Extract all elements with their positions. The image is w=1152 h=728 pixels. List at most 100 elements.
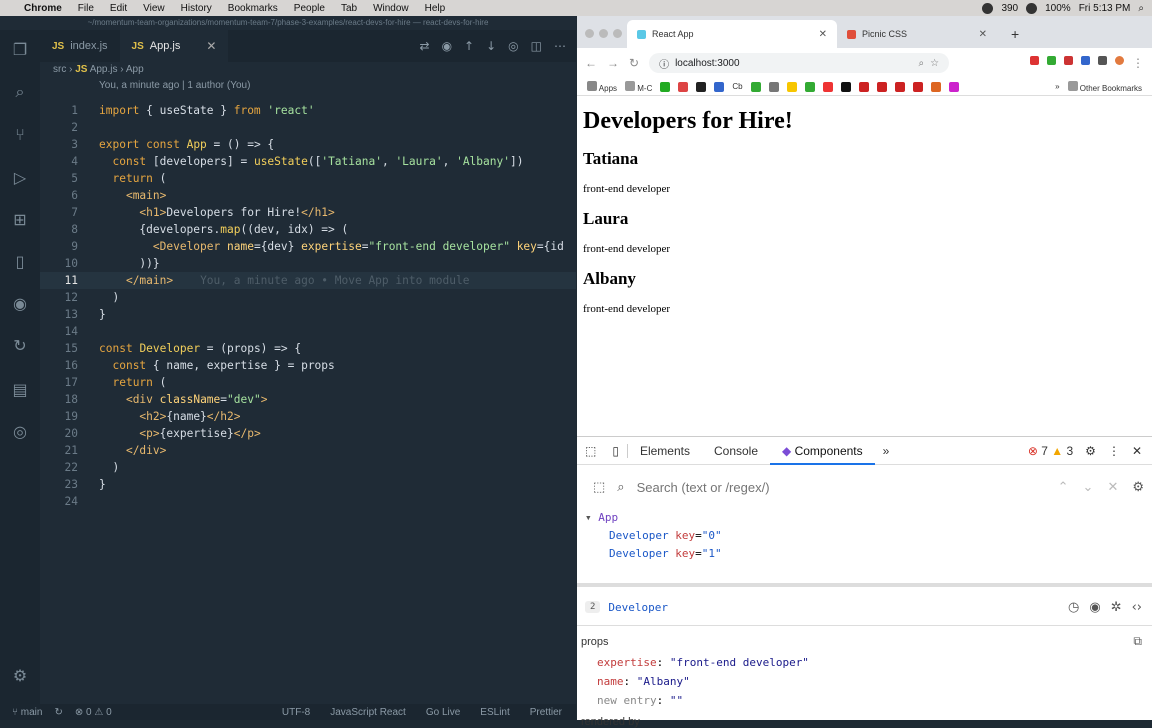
next-result-icon[interactable]: ⌄ xyxy=(1083,479,1094,495)
copy-icon[interactable]: ⧉ xyxy=(1133,634,1142,649)
menu-history[interactable]: History xyxy=(173,3,220,14)
other-bookmarks[interactable]: Other Bookmarks xyxy=(1067,80,1152,93)
extension-icon[interactable] xyxy=(1047,56,1056,65)
bookmark-icon[interactable] xyxy=(876,81,887,92)
tree-node-developer[interactable]: Developer key="1" xyxy=(609,545,722,563)
bookmark-star-icon[interactable]: ☆ xyxy=(930,58,939,69)
code-line[interactable]: 2 xyxy=(40,119,576,136)
code-line[interactable]: 8 {developers.map((dev, idx) => ( xyxy=(40,221,576,238)
reload-icon[interactable]: ↻ xyxy=(629,56,639,70)
code-line[interactable]: 1 import { useState } from 'react' xyxy=(40,102,576,119)
expand-arrow-icon[interactable]: ▾ xyxy=(585,511,592,524)
code-line[interactable]: 18 <div className="dev"> xyxy=(40,391,576,408)
gmail-icon[interactable] xyxy=(678,81,689,92)
code-line[interactable]: 14 xyxy=(40,323,576,340)
close-window-icon[interactable] xyxy=(585,29,594,38)
menu-bookmarks[interactable]: Bookmarks xyxy=(220,3,286,14)
settings-gear-icon[interactable]: ⚙ xyxy=(1132,479,1144,495)
encoding-indicator[interactable]: UTF-8 xyxy=(282,707,310,718)
menu-kebab-icon[interactable]: ⋮ xyxy=(1132,56,1144,70)
prop-row-new[interactable]: new entry: "" xyxy=(597,694,683,707)
bookmark-icon[interactable] xyxy=(660,81,671,92)
bookmark-icon[interactable] xyxy=(840,81,851,92)
notebook-icon[interactable]: ▤ xyxy=(10,380,30,400)
forward-icon[interactable]: → xyxy=(607,56,619,70)
code-line[interactable]: 5 return ( xyxy=(40,170,576,187)
bookmark-icon[interactable] xyxy=(750,81,761,92)
close-icon[interactable]: ✕ xyxy=(206,39,216,53)
extension-icon[interactable] xyxy=(1030,56,1039,65)
code-editor[interactable]: 1 import { useState } from 'react' 2 3 exp… xyxy=(40,102,576,532)
extension-icon[interactable] xyxy=(1081,56,1090,65)
select-element-icon[interactable]: ⬚ xyxy=(593,479,605,495)
code-line[interactable]: 13} xyxy=(40,306,576,323)
bookmark-icon[interactable] xyxy=(948,81,959,92)
prop-value[interactable]: "front-end developer" xyxy=(670,656,809,669)
explorer-icon[interactable]: ❐ xyxy=(10,40,30,60)
more-bookmarks-icon[interactable]: » xyxy=(1055,82,1059,91)
prop-row[interactable]: name: "Albany" xyxy=(597,675,690,688)
code-line[interactable]: 17 return ( xyxy=(40,374,576,391)
bookmark-icon[interactable] xyxy=(768,81,779,92)
code-line-current[interactable]: 11 </main> You, a minute ago • Move App … xyxy=(40,272,576,289)
eslint-indicator[interactable]: ESLint xyxy=(480,707,509,718)
menu-edit[interactable]: Edit xyxy=(102,3,135,14)
tree-node-developer[interactable]: Developer key="0" xyxy=(609,527,722,545)
clock[interactable]: Fri 5:13 PM xyxy=(1079,3,1131,14)
issues-counter[interactable]: ⊗ 7 ▲ 3 xyxy=(1028,444,1073,458)
bookmark-icon[interactable] xyxy=(912,81,923,92)
prop-row[interactable]: expertise: "front-end developer" xyxy=(597,656,809,669)
remote-icon[interactable]: ◎ xyxy=(10,422,30,442)
menu-help[interactable]: Help xyxy=(417,3,454,14)
branch-indicator[interactable]: ⑂ main xyxy=(12,707,42,718)
minimize-window-icon[interactable] xyxy=(599,29,608,38)
maximize-window-icon[interactable] xyxy=(613,29,622,38)
bookmark-icon[interactable] xyxy=(858,81,869,92)
code-line[interactable]: 15 const Developer = (props) => { xyxy=(40,340,576,357)
address-bar[interactable]: ⓘ localhost:3000 ⌕ ☆ xyxy=(649,53,950,73)
go-live-button[interactable]: Go Live xyxy=(426,707,460,718)
previous-change-icon[interactable]: ↑ xyxy=(464,39,474,53)
code-line[interactable]: 4 const [developers] = useState(['Tatian… xyxy=(40,153,576,170)
run-debug-icon[interactable]: ▷ xyxy=(10,168,30,188)
code-line[interactable]: 23} xyxy=(40,476,576,493)
search-input[interactable] xyxy=(636,479,977,495)
breadcrumb-file[interactable]: App.js xyxy=(90,64,118,75)
code-line[interactable]: 3 export const App = () => { xyxy=(40,136,576,153)
tab-index-js[interactable]: JS index.js xyxy=(40,30,120,62)
more-actions-icon[interactable]: ⋯ xyxy=(554,39,566,53)
inspect-dom-eye-icon[interactable]: ◉ xyxy=(1089,600,1100,615)
sync-icon[interactable]: ↻ xyxy=(54,707,62,718)
spotlight-icon[interactable]: ⌕ xyxy=(1138,3,1144,14)
code-line[interactable]: 7 <h1>Developers for Hire!</h1> xyxy=(40,204,576,221)
python-icon[interactable] xyxy=(786,81,797,92)
breadcrumb-symbol[interactable]: App xyxy=(126,64,144,75)
back-icon[interactable]: ← xyxy=(585,56,597,70)
suspend-icon[interactable]: ◷ xyxy=(1068,600,1079,615)
inspect-element-icon[interactable]: ⬚ xyxy=(577,444,604,458)
tab-picnic-css[interactable]: Picnic CSS ✕ xyxy=(837,20,997,48)
bookmark-icon[interactable] xyxy=(714,81,725,92)
wifi-icon[interactable] xyxy=(1026,2,1038,14)
menu-kebab-icon[interactable]: ⋮ xyxy=(1108,444,1120,458)
close-icon[interactable]: ✕ xyxy=(1132,444,1142,458)
tab-console[interactable]: Console xyxy=(702,437,770,465)
tree-node-app[interactable]: ▾ App xyxy=(585,509,618,527)
source-control-icon[interactable]: ⑂ xyxy=(10,125,30,145)
device-toolbar-icon[interactable]: ▯ xyxy=(604,443,628,458)
close-tab-icon[interactable]: ✕ xyxy=(819,29,827,40)
new-tab-icon[interactable]: + xyxy=(997,20,1019,48)
next-change-icon[interactable]: ↓ xyxy=(486,39,496,53)
bookmark-icon[interactable] xyxy=(930,81,941,92)
code-line[interactable]: 22 ) xyxy=(40,459,576,476)
extension-icon[interactable] xyxy=(1064,56,1073,65)
more-tabs-icon[interactable]: » xyxy=(875,444,898,458)
code-line[interactable]: 21 </div> xyxy=(40,442,576,459)
tab-elements[interactable]: Elements xyxy=(628,437,702,465)
bookmark-icon[interactable] xyxy=(804,81,815,92)
prop-value[interactable]: "" xyxy=(670,694,683,707)
bookmark-icon[interactable]: ▯ xyxy=(10,252,30,272)
code-line[interactable]: 9 <Developer name={dev} expertise="front… xyxy=(40,238,576,255)
extensions-icon[interactable]: ⊞ xyxy=(10,210,30,230)
bookmark-apps[interactable]: Apps xyxy=(587,80,617,93)
